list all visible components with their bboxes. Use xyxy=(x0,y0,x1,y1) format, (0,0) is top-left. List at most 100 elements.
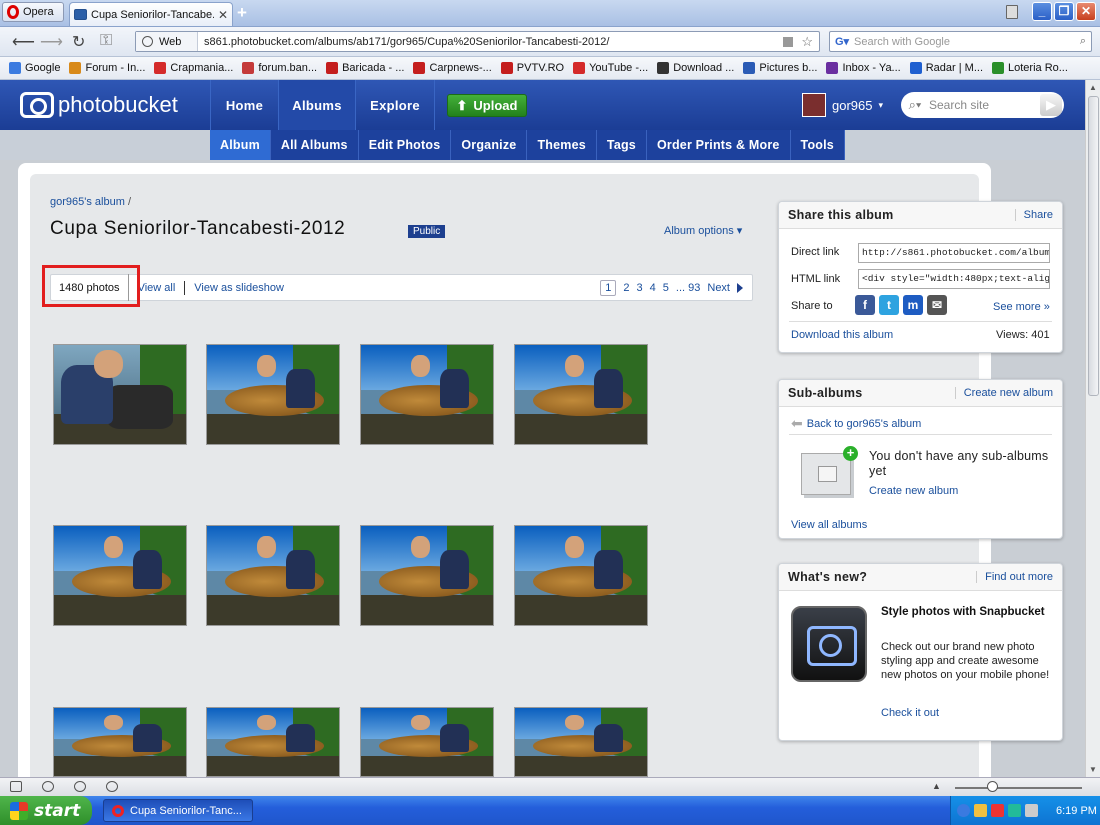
search-icon[interactable]: ⌕ xyxy=(1080,35,1086,48)
see-more-link[interactable]: See more » xyxy=(993,301,1050,313)
feed-icon[interactable] xyxy=(783,36,794,47)
minimize-icon[interactable]: _ xyxy=(1032,2,1052,21)
zoom-slider-handle[interactable] xyxy=(987,781,998,792)
google-icon[interactable]: G▾ xyxy=(830,35,854,48)
photo-thumbnail[interactable] xyxy=(206,707,340,777)
bookmark-star-icon[interactable]: ☆ xyxy=(801,34,813,50)
tray-arrow-icon[interactable] xyxy=(957,804,970,817)
url-text[interactable]: s861.photobucket.com/albums/ab171/gor965… xyxy=(198,36,783,48)
back-icon[interactable]: ⟵ xyxy=(12,32,35,52)
google-search-field[interactable]: G▾ Search with Google ⌕ xyxy=(829,31,1092,52)
page-link-3[interactable]: 3 xyxy=(637,282,643,294)
subnav-tab-all-albums[interactable]: All Albums xyxy=(271,130,359,160)
taskbar-opera-window[interactable]: Cupa Seniorilor-Tanc... xyxy=(103,799,253,822)
facebook-icon[interactable]: f xyxy=(855,295,875,315)
scroll-down-icon[interactable]: ▼ xyxy=(1089,765,1097,774)
nav-albums[interactable]: Albums xyxy=(278,80,355,130)
tray-folder-icon[interactable] xyxy=(974,804,987,817)
bookmark-item[interactable]: Loteria Ro... xyxy=(992,62,1068,74)
site-search-input[interactable]: ⌕▾ Search site ▶ xyxy=(901,92,1064,118)
new-tab-icon[interactable]: + xyxy=(237,3,247,23)
turbo-icon[interactable] xyxy=(106,781,118,792)
vertical-scrollbar[interactable]: ▲ ▼ xyxy=(1085,80,1100,777)
back-to-album-link[interactable]: ⬅ Back to gor965's album xyxy=(791,415,921,432)
page-link-2[interactable]: 2 xyxy=(623,282,629,294)
next-arrow-icon[interactable] xyxy=(737,282,743,293)
bookmark-item[interactable]: Download ... xyxy=(657,62,734,74)
share-icon[interactable] xyxy=(74,781,86,792)
bookmark-item[interactable]: PVTV.RO xyxy=(500,62,564,74)
bookmark-item[interactable]: Pictures b... xyxy=(743,62,817,74)
slideshow-link[interactable]: View as slideshow xyxy=(185,282,293,294)
key-icon[interactable]: ⚿ xyxy=(100,32,112,50)
subnav-tab-tools[interactable]: Tools xyxy=(791,130,845,160)
close-window-icon[interactable]: ✕ xyxy=(1076,2,1096,21)
add-icon[interactable]: + xyxy=(843,446,858,461)
page-link-5[interactable]: 5 xyxy=(663,282,669,294)
photo-thumbnail[interactable] xyxy=(360,525,494,626)
panel-toggle-icon[interactable] xyxy=(10,781,22,792)
next-page-link[interactable]: Next xyxy=(707,282,730,294)
subnav-tab-order-prints-more[interactable]: Order Prints & More xyxy=(647,130,791,160)
subnav-tab-themes[interactable]: Themes xyxy=(527,130,597,160)
snapbucket-app-icon[interactable] xyxy=(791,606,867,682)
photo-thumbnail[interactable] xyxy=(360,344,494,445)
photo-thumbnail[interactable] xyxy=(514,525,648,626)
subnav-tab-tags[interactable]: Tags xyxy=(597,130,647,160)
direct-link-field[interactable]: http://s861.photobucket.com/albums/ab17 xyxy=(858,243,1050,263)
create-album-button[interactable]: Create new album xyxy=(954,387,1053,399)
search-go-button[interactable]: ▶ xyxy=(1040,94,1062,116)
myspace-icon[interactable]: m xyxy=(903,295,923,315)
unite-icon[interactable] xyxy=(42,781,54,792)
browser-tab[interactable]: Cupa Seniorilor-Tancabe... ✕ xyxy=(69,2,233,26)
photo-thumbnail[interactable] xyxy=(360,707,494,777)
opera-menu-button[interactable]: Opera xyxy=(2,2,64,22)
tray-adobe-icon[interactable] xyxy=(991,804,1004,817)
twitter-icon[interactable]: t xyxy=(879,295,899,315)
forward-icon[interactable]: ⟶ xyxy=(40,32,63,52)
restore-icon[interactable]: ❐ xyxy=(1054,2,1074,21)
page-link-4[interactable]: 4 xyxy=(650,282,656,294)
bookmark-item[interactable]: Radar | M... xyxy=(909,62,983,74)
breadcrumb-link[interactable]: gor965's album xyxy=(50,196,125,208)
find-out-more-link[interactable]: Find out more xyxy=(976,571,1053,583)
bookmark-item[interactable]: YouTube -... xyxy=(573,62,648,74)
trash-icon[interactable] xyxy=(1006,5,1018,19)
photobucket-logo[interactable]: photobucket xyxy=(20,92,178,118)
photo-thumbnail[interactable] xyxy=(53,707,187,777)
photo-thumbnail[interactable] xyxy=(53,344,187,445)
tray-network-icon[interactable] xyxy=(1008,804,1021,817)
reload-icon[interactable]: ↻ xyxy=(72,32,85,52)
photo-thumbnail[interactable] xyxy=(53,525,187,626)
bookmark-item[interactable]: Crapmania... xyxy=(154,62,233,74)
bookmark-item[interactable]: forum.ban... xyxy=(242,62,317,74)
photo-thumbnail[interactable] xyxy=(206,525,340,626)
address-bar[interactable]: Web s861.photobucket.com/albums/ab171/go… xyxy=(135,31,820,52)
photo-thumbnail[interactable] xyxy=(206,344,340,445)
bookmark-item[interactable]: Inbox - Ya... xyxy=(826,62,901,74)
bookmark-item[interactable]: Baricada - ... xyxy=(326,62,404,74)
album-options-button[interactable]: Album options ▾ xyxy=(664,224,742,237)
upload-button[interactable]: ⬆ Upload xyxy=(447,94,527,117)
create-album-link[interactable]: Create new album xyxy=(869,485,958,497)
subnav-tab-edit-photos[interactable]: Edit Photos xyxy=(359,130,452,160)
page-link-1[interactable]: 1 xyxy=(600,279,617,296)
bookmark-item[interactable]: Carpnews-... xyxy=(413,62,492,74)
user-menu[interactable]: gor965 ▾ xyxy=(802,93,883,117)
html-link-field[interactable]: <div style="width:480px;text-align:right… xyxy=(858,269,1050,289)
start-button[interactable]: start xyxy=(0,796,92,825)
nav-home[interactable]: Home xyxy=(210,80,278,130)
address-mode[interactable]: Web xyxy=(136,32,198,51)
check-it-out-link[interactable]: Check it out xyxy=(881,707,939,719)
photo-thumbnail[interactable] xyxy=(514,344,648,445)
zoom-slider[interactable] xyxy=(955,787,1082,789)
photo-thumbnail[interactable] xyxy=(514,707,648,777)
nav-explore[interactable]: Explore xyxy=(355,80,435,130)
bookmark-item[interactable]: Forum - In... xyxy=(69,62,145,74)
email-icon[interactable]: ✉ xyxy=(927,295,947,315)
caret-up-icon[interactable]: ▲ xyxy=(932,781,941,791)
scroll-thumb[interactable] xyxy=(1088,96,1099,396)
bookmark-item[interactable]: Google xyxy=(9,62,60,74)
close-tab-icon[interactable]: ✕ xyxy=(218,8,228,22)
view-all-albums-link[interactable]: View all albums xyxy=(791,519,867,531)
